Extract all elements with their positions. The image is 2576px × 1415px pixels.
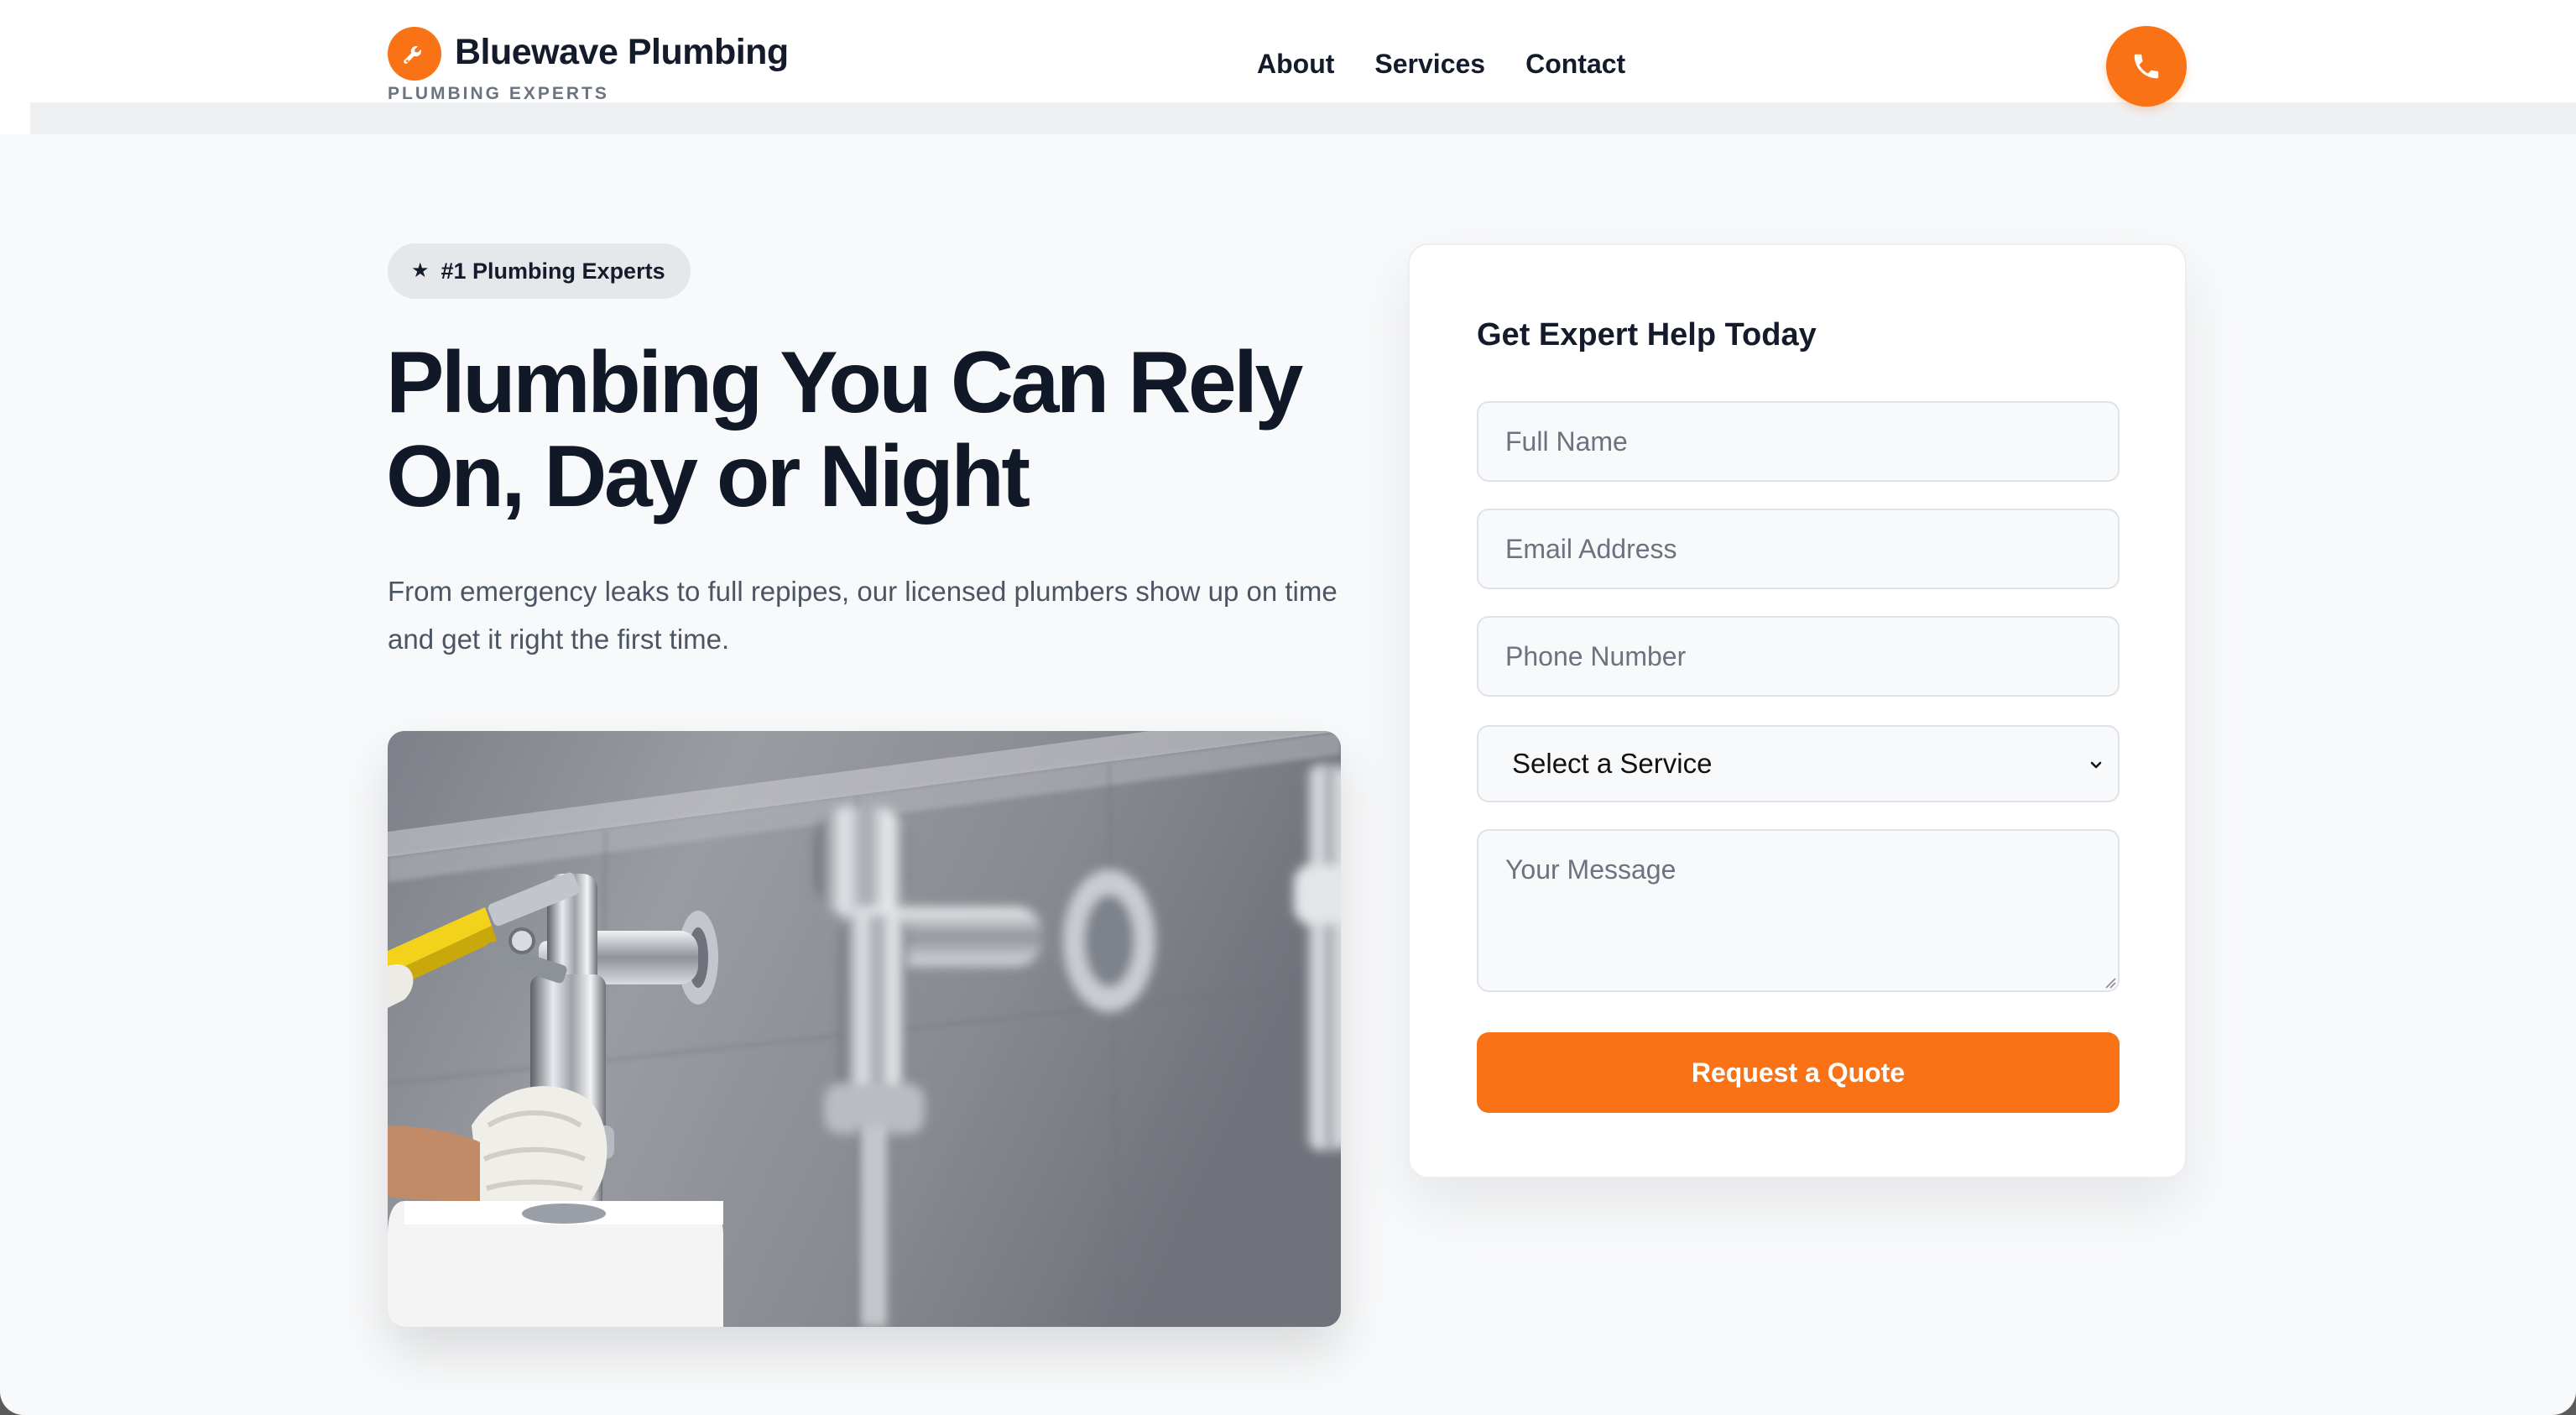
brand-tagline: PLUMBING EXPERTS	[388, 84, 609, 103]
brand-name: Bluewave Plumbing	[455, 32, 789, 72]
hero-subtext: From emergency leaks to full repipes, ou…	[388, 576, 1338, 655]
header-divider	[30, 102, 2576, 134]
form-title: Get Expert Help Today	[1477, 317, 1817, 352]
main-nav: About Services Contact	[1257, 49, 1625, 80]
nav-link-about[interactable]: About	[1257, 49, 1334, 80]
hero-headline-line-1: Plumbing You Can Rely	[386, 334, 1303, 431]
service-select-value: Select a Service	[1512, 748, 1713, 779]
wrench-icon	[388, 27, 441, 81]
service-select[interactable]: Select a Service	[1477, 725, 2120, 802]
resize-handle-icon[interactable]	[2104, 977, 2116, 989]
email-field[interactable]	[1477, 509, 2120, 589]
hero-headline: Plumbing You Can Rely On, Day or Night	[386, 336, 1376, 524]
quote-form-card: Get Expert Help Today Select a Service R…	[1408, 243, 2187, 1178]
message-field[interactable]	[1477, 829, 2120, 992]
hero-image	[388, 731, 1341, 1327]
site-header: Bluewave Plumbing PLUMBING EXPERTS About…	[0, 0, 2576, 134]
nav-link-contact[interactable]: Contact	[1525, 49, 1625, 80]
phone-icon	[2134, 54, 2159, 79]
phone-field[interactable]	[1477, 616, 2120, 697]
request-quote-button[interactable]: Request a Quote	[1477, 1032, 2120, 1113]
hero-headline-line-2: On, Day or Night	[386, 428, 1030, 525]
chevron-down-icon	[2090, 761, 2102, 769]
hero-badge: ★ #1 Plumbing Experts	[388, 243, 691, 299]
nav-link-services[interactable]: Services	[1374, 49, 1485, 80]
hero-badge-text: #1 Plumbing Experts	[441, 258, 665, 284]
full-name-field[interactable]	[1477, 401, 2120, 482]
page: Bluewave Plumbing PLUMBING EXPERTS About…	[0, 0, 2576, 1415]
star-icon: ★	[411, 259, 430, 282]
call-button[interactable]	[2106, 26, 2187, 107]
